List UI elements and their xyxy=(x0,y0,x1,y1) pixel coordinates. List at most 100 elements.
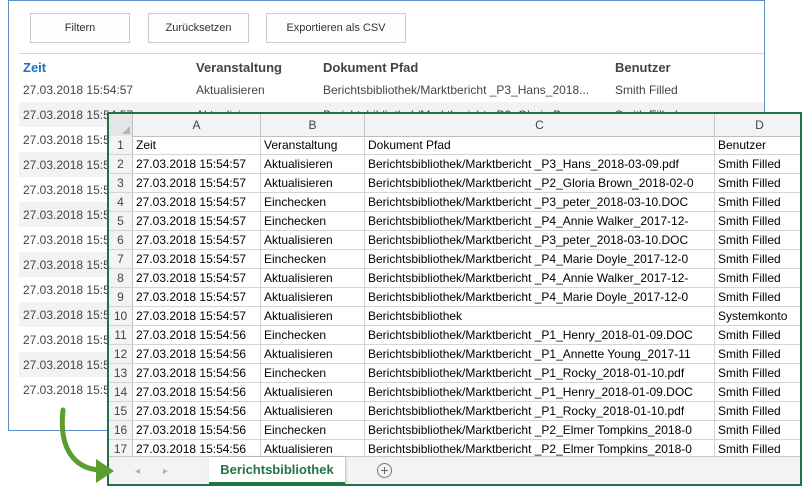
spreadsheet-cell[interactable]: Aktualisieren xyxy=(261,345,365,363)
column-header-d[interactable]: D xyxy=(715,114,800,136)
spreadsheet-cell[interactable]: Smith Filled xyxy=(715,155,800,173)
spreadsheet-cell[interactable]: Berichtsbibliothek/Marktbericht _P4_Mari… xyxy=(365,288,715,306)
spreadsheet-cell[interactable]: Smith Filled xyxy=(715,231,800,249)
spreadsheet-cell[interactable]: Aktualisieren xyxy=(261,288,365,306)
spreadsheet-cell[interactable]: Berichtsbibliothek/Marktbericht _P3_pete… xyxy=(365,231,715,249)
spreadsheet-cell[interactable]: Benutzer xyxy=(715,136,800,154)
row-number[interactable]: 10 xyxy=(109,307,133,325)
spreadsheet-cell[interactable]: Berichtsbibliothek/Marktbericht _P3_pete… xyxy=(365,193,715,211)
spreadsheet-cell[interactable]: Smith Filled xyxy=(715,326,800,344)
spreadsheet-cell[interactable]: Einchecken xyxy=(261,193,365,211)
spreadsheet-cell[interactable]: Smith Filled xyxy=(715,212,800,230)
sheet-tab-berichtsbibliothek[interactable]: Berichtsbibliothek xyxy=(209,457,345,484)
spreadsheet-cell[interactable]: 27.03.2018 15:54:57 xyxy=(133,193,261,211)
spreadsheet-cell[interactable]: Berichtsbibliothek/Marktbericht _P4_Mari… xyxy=(365,250,715,268)
spreadsheet-cell[interactable]: Einchecken xyxy=(261,326,365,344)
spreadsheet-cell[interactable]: Dokument Pfad xyxy=(365,136,715,154)
spreadsheet-cell[interactable]: Aktualisieren xyxy=(261,155,365,173)
spreadsheet-cell[interactable]: Aktualisieren xyxy=(261,231,365,249)
spreadsheet-cell[interactable]: 27.03.2018 15:54:57 xyxy=(133,288,261,306)
spreadsheet-cell[interactable]: 27.03.2018 15:54:56 xyxy=(133,364,261,382)
spreadsheet-cell[interactable]: Systemkonto xyxy=(715,307,800,325)
spreadsheet-cell[interactable]: Berichtsbibliothek/Marktbericht _P1_Henr… xyxy=(365,383,715,401)
spreadsheet-cell[interactable]: Smith Filled xyxy=(715,250,800,268)
column-header-c[interactable]: C xyxy=(365,114,715,136)
spreadsheet-cell[interactable]: Smith Filled xyxy=(715,288,800,306)
spreadsheet-cell[interactable]: 27.03.2018 15:54:57 xyxy=(133,155,261,173)
select-all-corner[interactable] xyxy=(109,114,133,136)
row-number[interactable]: 17 xyxy=(109,440,133,456)
spreadsheet-cell[interactable]: Aktualisieren xyxy=(261,383,365,401)
row-number[interactable]: 14 xyxy=(109,383,133,401)
row-number[interactable]: 6 xyxy=(109,231,133,249)
header-dokument-pfad[interactable]: Dokument Pfad xyxy=(323,60,418,75)
table-row[interactable]: 27.03.2018 15:54:57 Aktualisieren Berichts… xyxy=(19,77,764,102)
spreadsheet-cell[interactable]: Berichtsbibliothek xyxy=(365,307,715,325)
spreadsheet-cell[interactable]: Berichtsbibliothek/Marktbericht _P4_Anni… xyxy=(365,212,715,230)
spreadsheet-cell[interactable]: 27.03.2018 15:54:56 xyxy=(133,326,261,344)
row-number[interactable]: 7 xyxy=(109,250,133,268)
spreadsheet-cell[interactable]: Berichtsbibliothek/Marktbericht _P1_Anne… xyxy=(365,345,715,363)
spreadsheet-cell[interactable]: 27.03.2018 15:54:56 xyxy=(133,421,261,439)
export-csv-button[interactable]: Exportieren als CSV xyxy=(266,13,406,43)
header-zeit[interactable]: Zeit xyxy=(23,60,46,75)
spreadsheet-cell[interactable]: Smith Filled xyxy=(715,402,800,420)
spreadsheet-cell[interactable]: Aktualisieren xyxy=(261,307,365,325)
prev-sheet-icon[interactable]: ◂ xyxy=(135,466,140,477)
spreadsheet-cell[interactable]: 27.03.2018 15:54:57 xyxy=(133,307,261,325)
row-number[interactable]: 15 xyxy=(109,402,133,420)
row-number[interactable]: 2 xyxy=(109,155,133,173)
spreadsheet-cell[interactable]: Aktualisieren xyxy=(261,440,365,456)
next-sheet-icon[interactable]: ▸ xyxy=(163,466,168,477)
row-number[interactable]: 3 xyxy=(109,174,133,192)
row-number[interactable]: 9 xyxy=(109,288,133,306)
add-sheet-icon[interactable] xyxy=(377,463,392,478)
column-header-b[interactable]: B xyxy=(261,114,365,136)
spreadsheet-cell[interactable]: Berichtsbibliothek/Marktbericht _P2_Elme… xyxy=(365,440,715,456)
spreadsheet-cell[interactable]: 27.03.2018 15:54:57 xyxy=(133,231,261,249)
spreadsheet-cell[interactable]: Berichtsbibliothek/Marktbericht _P3_Hans… xyxy=(365,155,715,173)
spreadsheet-cell[interactable]: Aktualisieren xyxy=(261,174,365,192)
row-number[interactable]: 13 xyxy=(109,364,133,382)
row-number[interactable]: 5 xyxy=(109,212,133,230)
spreadsheet-cell[interactable]: Einchecken xyxy=(261,364,365,382)
spreadsheet-cell[interactable]: Smith Filled xyxy=(715,269,800,287)
row-number[interactable]: 11 xyxy=(109,326,133,344)
spreadsheet-cell[interactable]: 27.03.2018 15:54:56 xyxy=(133,345,261,363)
spreadsheet-cell[interactable]: Aktualisieren xyxy=(261,402,365,420)
spreadsheet-cell[interactable]: Einchecken xyxy=(261,212,365,230)
spreadsheet-cell[interactable]: 27.03.2018 15:54:57 xyxy=(133,250,261,268)
spreadsheet-cell[interactable]: Berichtsbibliothek/Marktbericht _P2_Elme… xyxy=(365,421,715,439)
spreadsheet-cell[interactable]: 27.03.2018 15:54:57 xyxy=(133,269,261,287)
spreadsheet-cell[interactable]: Smith Filled xyxy=(715,345,800,363)
spreadsheet-cell[interactable]: Berichtsbibliothek/Marktbericht _P1_Rock… xyxy=(365,364,715,382)
spreadsheet-cell[interactable]: Berichtsbibliothek/Marktbericht _P1_Henr… xyxy=(365,326,715,344)
spreadsheet-cell[interactable]: 27.03.2018 15:54:57 xyxy=(133,174,261,192)
spreadsheet-cell[interactable]: 27.03.2018 15:54:56 xyxy=(133,402,261,420)
spreadsheet-cell[interactable]: Zeit xyxy=(133,136,261,154)
row-number[interactable]: 12 xyxy=(109,345,133,363)
spreadsheet-cell[interactable]: Berichtsbibliothek/Marktbericht _P4_Anni… xyxy=(365,269,715,287)
row-number[interactable]: 4 xyxy=(109,193,133,211)
spreadsheet-cell[interactable]: Smith Filled xyxy=(715,421,800,439)
spreadsheet-cell[interactable]: Einchecken xyxy=(261,421,365,439)
spreadsheet-cell[interactable]: Berichtsbibliothek/Marktbericht _P1_Rock… xyxy=(365,402,715,420)
row-number[interactable]: 16 xyxy=(109,421,133,439)
spreadsheet-cell[interactable]: Einchecken xyxy=(261,250,365,268)
spreadsheet-cell[interactable]: Smith Filled xyxy=(715,383,800,401)
spreadsheet-cell[interactable]: Smith Filled xyxy=(715,364,800,382)
spreadsheet-cell[interactable]: 27.03.2018 15:54:56 xyxy=(133,383,261,401)
row-number[interactable]: 1 xyxy=(109,136,133,154)
spreadsheet-cell[interactable]: Aktualisieren xyxy=(261,269,365,287)
spreadsheet-cell[interactable]: 27.03.2018 15:54:57 xyxy=(133,212,261,230)
spreadsheet-cell[interactable]: Veranstaltung xyxy=(261,136,365,154)
spreadsheet-cell[interactable]: 27.03.2018 15:54:56 xyxy=(133,440,261,456)
header-veranstaltung[interactable]: Veranstaltung xyxy=(196,60,282,75)
spreadsheet-cell[interactable]: Smith Filled xyxy=(715,440,800,456)
filter-button[interactable]: Filtern xyxy=(30,13,130,43)
row-number[interactable]: 8 xyxy=(109,269,133,287)
header-benutzer[interactable]: Benutzer xyxy=(615,60,671,75)
spreadsheet-cell[interactable]: Berichtsbibliothek/Marktbericht _P2_Glor… xyxy=(365,174,715,192)
reset-button[interactable]: Zurücksetzen xyxy=(148,13,249,43)
column-header-a[interactable]: A xyxy=(133,114,261,136)
